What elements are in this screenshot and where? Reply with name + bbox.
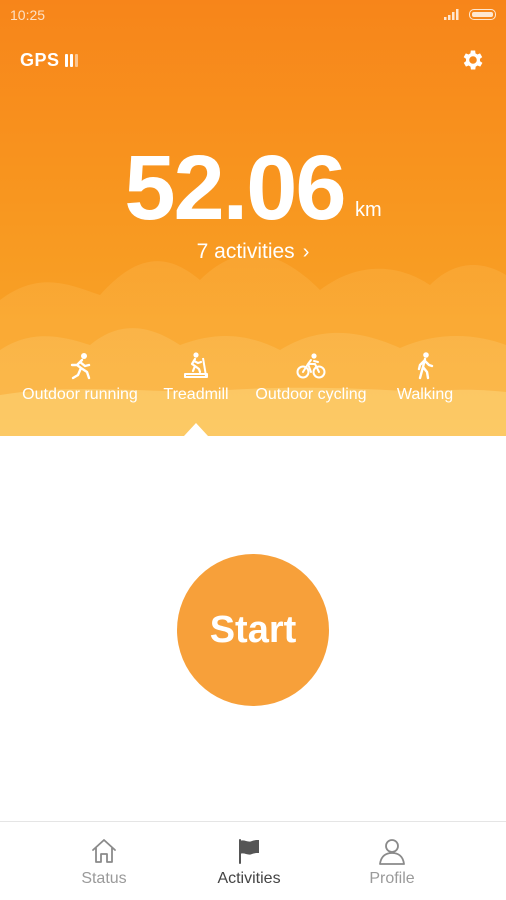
gear-icon[interactable]	[460, 47, 486, 73]
mode-walking[interactable]: Walking	[392, 352, 458, 404]
distance-value: 52.06	[124, 137, 346, 239]
battery-icon	[469, 9, 496, 20]
gps-indicator: GPS	[20, 50, 78, 71]
mode-outdoor-cycling[interactable]: Outdoor cycling	[252, 352, 370, 404]
flag-icon	[239, 839, 259, 864]
home-icon	[92, 839, 116, 863]
gps-signal-icon	[64, 54, 78, 68]
mode-label: Outdoor running	[22, 386, 138, 403]
mode-outdoor-running[interactable]: Outdoor running	[18, 352, 142, 404]
bottom-tab-bar: Status Activities Profile	[0, 821, 506, 900]
activity-mode-selector: Outdoor running Treadmill Outdoor cyclin…	[0, 352, 506, 412]
selected-mode-pointer	[184, 423, 208, 436]
start-button[interactable]: Start	[177, 554, 329, 706]
activities-count: 7 activities	[196, 240, 295, 263]
signal-icon	[444, 9, 459, 20]
cycling-icon	[296, 353, 326, 379]
mode-treadmill[interactable]: Treadmill	[160, 352, 232, 404]
walking-icon	[417, 352, 434, 380]
mode-label: Outdoor cycling	[255, 386, 367, 403]
hero-header: 10:25 GPS 52.06 km 7 activities › Outdoor	[0, 0, 506, 436]
distance-unit: km	[355, 199, 382, 221]
tab-label: Profile	[369, 870, 415, 887]
mode-label: Walking	[396, 386, 454, 403]
running-icon	[70, 353, 91, 380]
tab-profile[interactable]: Profile	[308, 822, 476, 900]
mode-label: Treadmill	[163, 386, 229, 403]
chevron-right-icon: ›	[302, 241, 310, 263]
tab-label: Status	[81, 870, 127, 887]
treadmill-icon	[184, 352, 208, 378]
activities-link[interactable]: 7 activities ›	[0, 240, 506, 264]
person-icon	[379, 839, 405, 865]
gps-label: GPS	[20, 50, 60, 70]
status-time: 10:25	[10, 7, 46, 23]
status-bar: 10:25	[0, 0, 506, 30]
total-distance: 52.06 km	[0, 140, 506, 236]
tab-status[interactable]: Status	[20, 822, 188, 900]
